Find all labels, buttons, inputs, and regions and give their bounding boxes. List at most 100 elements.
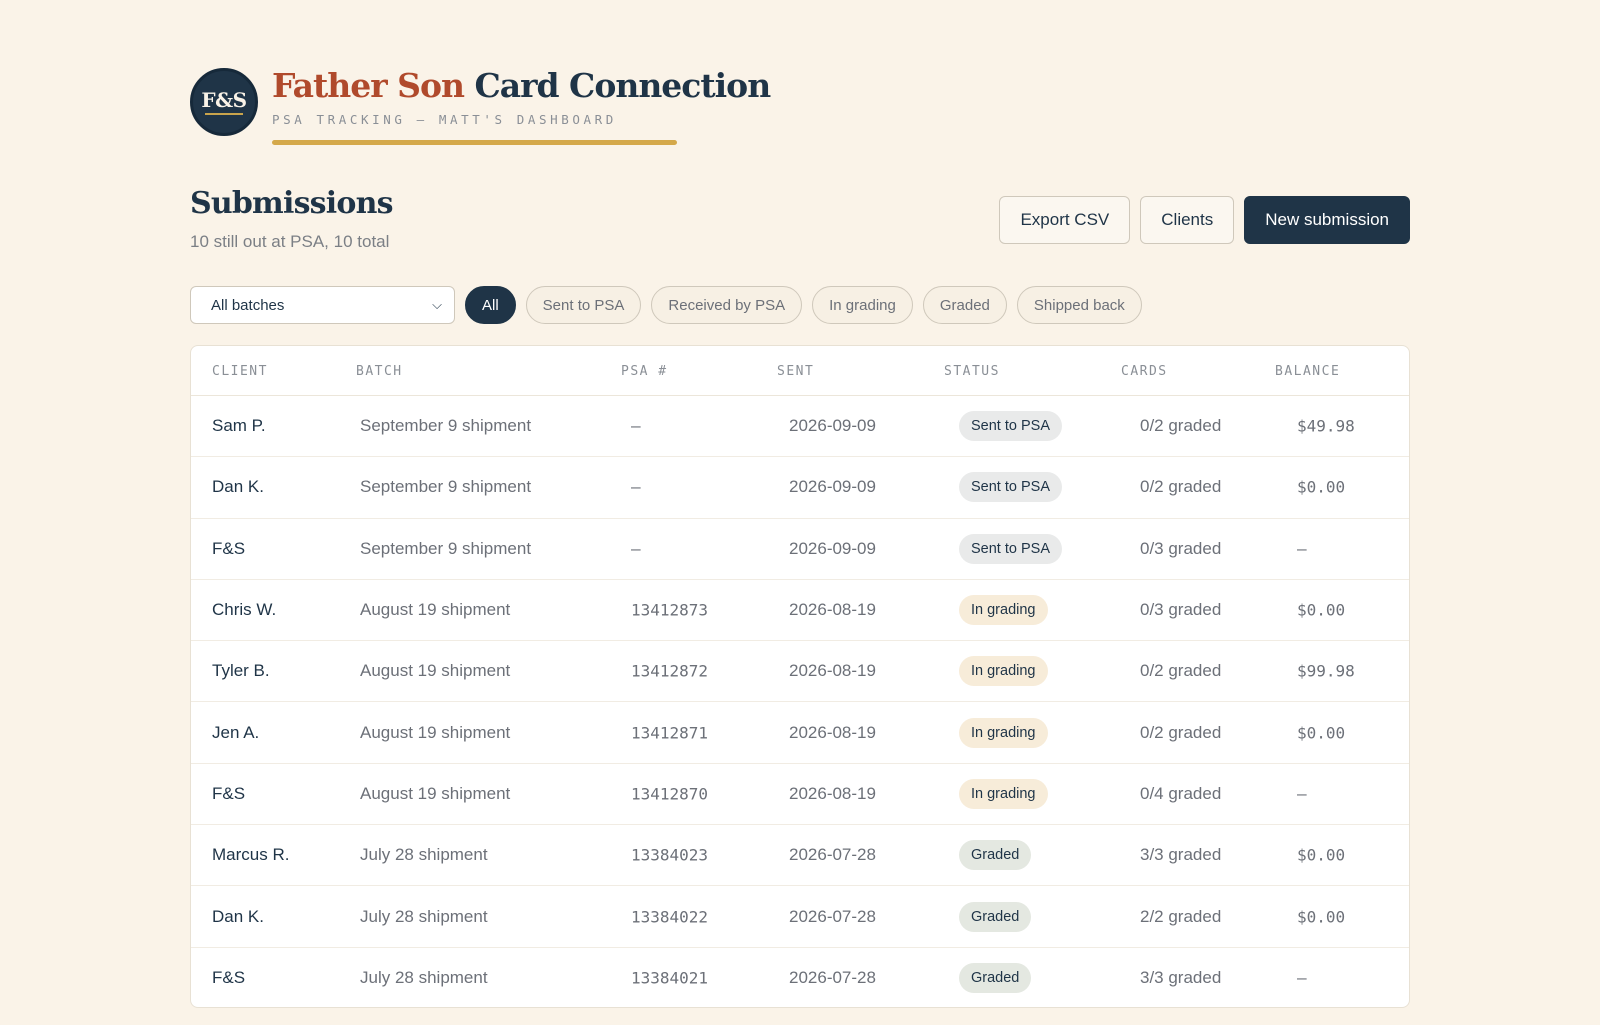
sent-cell: 2026-08-19	[789, 600, 876, 620]
psa-cell: —	[631, 477, 641, 497]
psa-cell: 13412873	[631, 600, 709, 620]
client-cell: F&S	[212, 538, 246, 558]
psa-cell: —	[631, 539, 641, 559]
batch-cell: September 9 shipment	[360, 416, 532, 436]
batch-select[interactable]: All batches ⌵	[190, 286, 455, 324]
filter-pill-all[interactable]: All	[465, 286, 516, 324]
batch-cell: July 28 shipment	[360, 968, 488, 988]
batch-cell: July 28 shipment	[360, 906, 488, 926]
cards-cell: 0/2 graded	[1140, 477, 1222, 497]
status-badge: In grading	[959, 595, 1048, 626]
client-cell: F&S	[212, 783, 246, 803]
cards-cell: 0/2 graded	[1140, 722, 1222, 742]
psa-cell: 13384021	[631, 968, 709, 988]
batch-cell: July 28 shipment	[360, 845, 488, 865]
status-cell: In grading	[959, 717, 1048, 748]
psa-cell: 13384022	[631, 907, 709, 927]
status-cell: In grading	[959, 595, 1048, 626]
status-filter-pills: All Sent to PSA Received by PSA In grading G…	[465, 286, 1142, 324]
batch-cell: August 19 shipment	[360, 783, 511, 803]
filter-pill-sent-to-psa[interactable]: Sent to PSA	[525, 286, 642, 324]
balance-cell: $0.00	[1297, 600, 1346, 620]
brand: Father Son Card Connection PSA TRACKING …	[272, 62, 771, 127]
cards-cell: 0/2 graded	[1140, 661, 1222, 681]
status-badge: Sent to PSA	[959, 411, 1062, 442]
filter-pill-in-grading[interactable]: In grading	[812, 286, 913, 324]
status-badge: In grading	[959, 778, 1048, 809]
balance-cell: $99.98	[1297, 661, 1355, 681]
table-row[interactable]: Chris W. August 19 shipment 13412873 2026-0…	[191, 580, 1409, 642]
table-row[interactable]: F&S August 19 shipment 13412870 2026-08-19 I…	[191, 764, 1409, 826]
page-subtitle: 10 still out at PSA, 10 total	[190, 232, 390, 251]
status-cell: Graded	[959, 840, 1032, 871]
sent-cell: 2026-07-28	[789, 906, 876, 926]
status-cell: Sent to PSA	[959, 533, 1062, 564]
table-row[interactable]: Dan K. September 9 shipment — 2026-09-09 Sen…	[191, 457, 1409, 519]
balance-cell: —	[1297, 784, 1307, 804]
client-cell: Dan K.	[212, 906, 264, 926]
batch-select-value: All batches	[211, 296, 285, 314]
export-csv-button[interactable]: Export CSV	[999, 196, 1131, 244]
psa-cell: 13384023	[631, 845, 709, 865]
table-row[interactable]: Dan K. July 28 shipment 13384022 2026-07-28…	[191, 886, 1409, 948]
filter-pill-received-by-psa[interactable]: Received by PSA	[651, 286, 803, 324]
client-cell: Sam P.	[212, 416, 266, 436]
column-header-balance: BALANCE	[1275, 364, 1341, 379]
balance-cell: —	[1297, 968, 1307, 988]
sent-cell: 2026-09-09	[789, 477, 876, 497]
chevron-down-icon: ⌵	[432, 297, 442, 312]
batch-cell: August 19 shipment	[360, 661, 511, 681]
sent-cell: 2026-09-09	[789, 538, 876, 558]
psa-cell: 13412872	[631, 661, 709, 681]
filter-pill-graded[interactable]: Graded	[922, 286, 1007, 324]
sent-cell: 2026-09-09	[789, 416, 876, 436]
client-cell: F&S	[212, 968, 246, 988]
balance-cell: —	[1297, 539, 1307, 559]
client-cell: Jen A.	[212, 722, 260, 742]
client-cell: Tyler B.	[212, 661, 270, 681]
logo: F&S	[190, 68, 258, 136]
status-badge: Sent to PSA	[959, 472, 1062, 503]
filter-pill-shipped-back[interactable]: Shipped back	[1016, 286, 1142, 324]
cards-cell: 3/3 graded	[1140, 968, 1222, 988]
column-header-status: STATUS	[944, 364, 1000, 379]
sent-cell: 2026-08-19	[789, 661, 876, 681]
cards-cell: 0/4 graded	[1140, 783, 1222, 803]
brand-subtitle: PSA TRACKING — MATT'S DASHBOARD	[272, 112, 617, 127]
new-submission-button[interactable]: New submission	[1244, 196, 1410, 244]
logo-text: F&S	[201, 87, 247, 112]
batch-cell: August 19 shipment	[360, 600, 511, 620]
psa-cell: —	[631, 416, 641, 436]
status-cell: Graded	[959, 963, 1032, 994]
cards-cell: 0/3 graded	[1140, 538, 1222, 558]
app-header: F&S Father Son Card Connection PSA TRACK…	[190, 66, 771, 148]
brand-underline	[272, 140, 677, 145]
batch-cell: September 9 shipment	[360, 477, 532, 497]
cards-cell: 0/3 graded	[1140, 600, 1222, 620]
status-cell: Graded	[959, 901, 1032, 932]
submissions-table: CLIENT BATCH PSA # SENT STATUS CARDS BALANCE S…	[190, 345, 1410, 1008]
table-row[interactable]: Sam P. September 9 shipment — 2026-09-09 Sen…	[191, 396, 1409, 458]
status-badge: In grading	[959, 717, 1048, 748]
table-row[interactable]: Tyler B. August 19 shipment 13412872 2026-0…	[191, 641, 1409, 703]
balance-cell: $49.98	[1297, 416, 1355, 436]
status-cell: Sent to PSA	[959, 411, 1062, 442]
client-cell: Marcus R.	[212, 845, 290, 865]
table-row[interactable]: F&S September 9 shipment — 2026-09-09 Sent t…	[191, 519, 1409, 580]
clients-button[interactable]: Clients	[1140, 196, 1235, 244]
table-row[interactable]: F&S July 28 shipment 13384021 2026-07-28 Gra…	[191, 948, 1409, 1007]
psa-cell: 13412871	[631, 723, 709, 743]
client-cell: Dan K.	[212, 477, 264, 497]
status-badge: Graded	[959, 901, 1032, 932]
column-header-client: CLIENT	[212, 364, 268, 379]
filter-bar: All batches ⌵ All Sent to PSA Received by …	[190, 286, 1142, 324]
balance-cell: $0.00	[1297, 477, 1346, 497]
brand-title-part1: Father Son	[272, 66, 465, 105]
table-row[interactable]: Jen A. August 19 shipment 13412871 2026-08-…	[191, 702, 1409, 764]
column-header-psa: PSA #	[621, 364, 668, 379]
psa-cell: 13412870	[631, 784, 709, 804]
table-row[interactable]: Marcus R. July 28 shipment 13384023 2026-07…	[191, 825, 1409, 887]
action-bar: Export CSV Clients New submission	[999, 196, 1410, 244]
balance-cell: $0.00	[1297, 907, 1346, 927]
sent-cell: 2026-08-19	[789, 783, 876, 803]
